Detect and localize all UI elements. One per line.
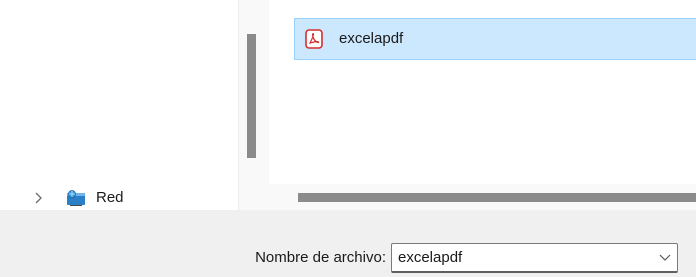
pdf-icon	[305, 29, 323, 49]
nav-item-label: Red	[96, 189, 124, 206]
filename-combobox[interactable]: excelapdf	[391, 243, 678, 273]
navigation-scrollbar[interactable]	[238, 0, 269, 210]
file-list-horizontal-scrollbar[interactable]	[269, 184, 696, 210]
filename-input[interactable]: excelapdf	[398, 249, 462, 267]
file-list-pane: excelapdf	[269, 0, 696, 210]
network-icon	[67, 190, 85, 206]
nav-item-red[interactable]: Red	[0, 186, 238, 210]
chevron-right-icon[interactable]	[33, 192, 43, 204]
file-list-item[interactable]: excelapdf	[294, 18, 696, 60]
dialog-footer: Nombre de archivo: excelapdf	[0, 210, 696, 277]
navigation-pane: Red	[0, 0, 238, 210]
filename-label: Nombre de archivo:	[255, 249, 386, 266]
file-name: excelapdf	[339, 30, 404, 47]
horizontal-scrollbar-thumb[interactable]	[298, 193, 696, 202]
chevron-down-icon[interactable]	[659, 252, 671, 262]
navigation-scrollbar-thumb[interactable]	[247, 34, 256, 158]
